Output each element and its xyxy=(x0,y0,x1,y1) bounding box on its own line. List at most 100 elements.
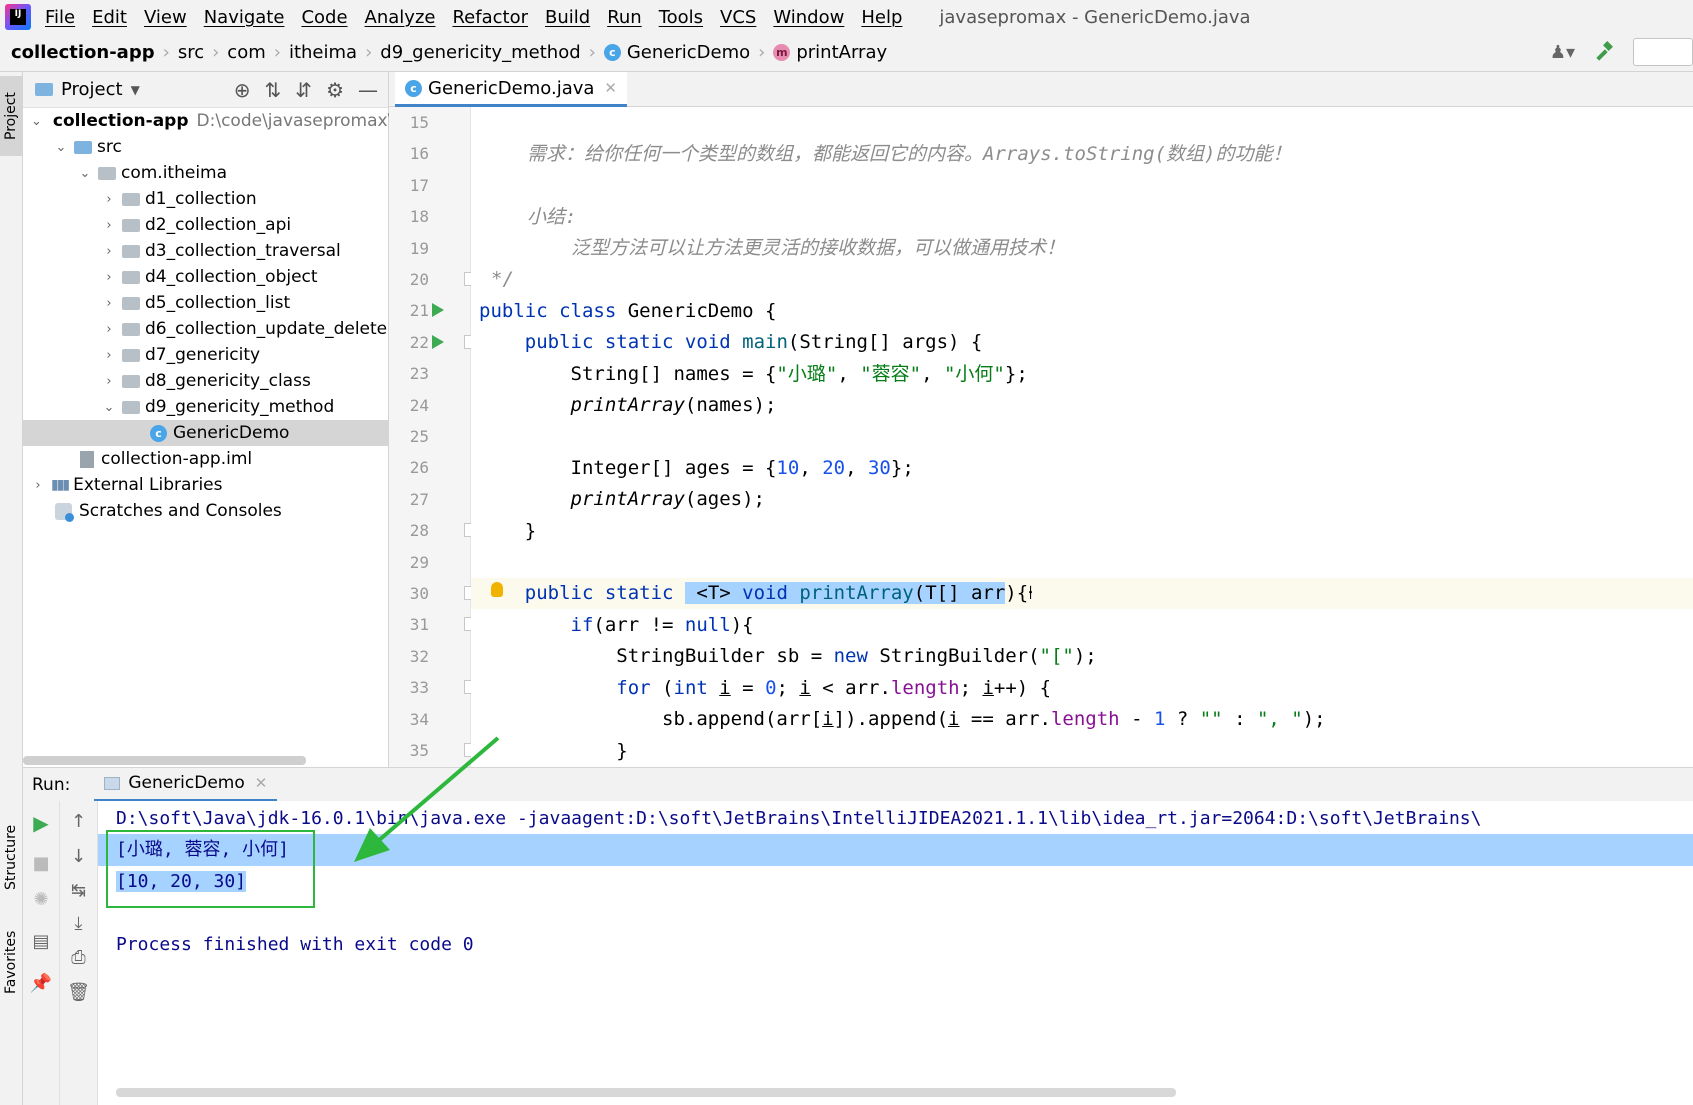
tree-item-d3[interactable]: › d3_collection_traversal xyxy=(23,238,389,264)
line-number: 22 xyxy=(409,333,429,352)
breadcrumb-method[interactable]: m printArray xyxy=(773,42,887,63)
code-line-22: public static void main(String[] args) { xyxy=(524,331,983,353)
selection-highlight xyxy=(98,834,1693,866)
menu-code[interactable]: Code xyxy=(301,7,347,28)
expand-all-icon[interactable]: ⇅ xyxy=(265,78,282,102)
chevron-down-icon[interactable]: ⌄ xyxy=(54,140,68,155)
lightbulb-icon[interactable] xyxy=(491,582,503,597)
soft-wrap-icon[interactable]: ↹ xyxy=(60,880,97,901)
tree-item-d1[interactable]: › d1_collection xyxy=(23,186,389,212)
breadcrumb-project[interactable]: collection-app xyxy=(11,42,155,63)
package-icon xyxy=(122,270,140,284)
settings-icon[interactable]: ⚙ xyxy=(326,78,344,102)
chevron-right-icon[interactable]: › xyxy=(102,270,116,285)
package-icon xyxy=(122,218,140,232)
print-icon[interactable]: ⎙ xyxy=(60,947,97,968)
chevron-down-icon[interactable]: ⌄ xyxy=(102,400,116,415)
stop-icon[interactable]: ■ xyxy=(23,853,59,874)
layout-icon[interactable]: ▤ xyxy=(23,931,59,952)
menu-file[interactable]: File xyxy=(45,7,75,28)
chevron-right-icon[interactable]: › xyxy=(102,348,116,363)
pin-icon[interactable]: 📌 xyxy=(23,973,59,994)
up-arrow-icon[interactable]: ↑ xyxy=(60,811,97,832)
menu-edit[interactable]: Edit xyxy=(92,7,127,28)
tree-item-label: d2_collection_api xyxy=(145,215,292,235)
chevron-down-icon[interactable]: ⌄ xyxy=(31,114,42,129)
tree-item-d6[interactable]: › d6_collection_update_delete xyxy=(23,316,389,342)
horizontal-scrollbar[interactable] xyxy=(23,756,306,765)
tree-item-src[interactable]: ⌄ src xyxy=(23,134,389,160)
menu-analyze[interactable]: Analyze xyxy=(365,7,436,28)
console-output[interactable]: D:\soft\Java\jdk-16.0.1\bin\java.exe -ja… xyxy=(98,801,1693,1105)
tree-item-package[interactable]: ⌄ com.itheima xyxy=(23,160,389,186)
rerun-icon[interactable]: ▶ xyxy=(23,811,59,835)
tree-item-root[interactable]: ⌄ collection-app D:\code\javasepromax\c xyxy=(23,108,389,134)
tree-item-scratches[interactable]: Scratches and Consoles xyxy=(23,498,389,524)
tool-tab-project[interactable]: Project xyxy=(0,76,22,156)
locate-icon[interactable]: ⊕ xyxy=(234,78,251,102)
run-tab-label: GenericDemo xyxy=(128,773,245,793)
menu-navigate[interactable]: Navigate xyxy=(204,7,285,28)
breadcrumb-package[interactable]: d9_genericity_method xyxy=(380,42,580,63)
menu-refactor[interactable]: Refactor xyxy=(452,7,528,28)
chevron-down-icon[interactable]: ▼ xyxy=(131,83,140,97)
tree-item-d2[interactable]: › d2_collection_api xyxy=(23,212,389,238)
close-icon[interactable]: ✕ xyxy=(604,79,617,97)
menu-view[interactable]: View xyxy=(144,7,187,28)
hide-icon[interactable]: — xyxy=(358,78,378,102)
scroll-to-end-icon[interactable]: ⤓ xyxy=(60,913,97,934)
line-number: 17 xyxy=(409,176,429,195)
run-class-icon[interactable] xyxy=(432,303,444,317)
breadcrumb-src[interactable]: src xyxy=(178,42,204,63)
collapse-all-icon[interactable]: ⇵ xyxy=(295,78,312,102)
menu-window[interactable]: Window xyxy=(773,7,844,28)
debug-icon[interactable]: ✺ xyxy=(23,889,59,910)
line-number: 25 xyxy=(409,427,429,446)
chevron-right-icon[interactable]: › xyxy=(102,322,116,337)
run-tab-generic-demo[interactable]: GenericDemo ✕ xyxy=(94,768,278,802)
tree-item-d9[interactable]: ⌄ d9_genericity_method xyxy=(23,394,389,420)
tool-tab-favorites[interactable]: Favorites xyxy=(0,917,22,1007)
chevron-right-icon[interactable]: › xyxy=(102,374,116,389)
trash-icon[interactable]: 🗑 xyxy=(60,982,97,1003)
tree-item-label: d6_collection_update_delete xyxy=(145,319,388,339)
chevron-right-icon[interactable]: › xyxy=(31,478,45,493)
run-main-icon[interactable] xyxy=(432,335,444,349)
tree-item-d8[interactable]: › d8_genericity_class xyxy=(23,368,389,394)
string-literal: "蓉容" xyxy=(860,363,922,385)
chevron-right-icon[interactable]: › xyxy=(102,192,116,207)
tree-item-d7[interactable]: › d7_genericity xyxy=(23,342,389,368)
tool-tab-structure[interactable]: Structure xyxy=(0,807,22,907)
tree-item-external-libraries[interactable]: › ▮▮▮ External Libraries xyxy=(23,472,389,498)
close-icon[interactable]: ✕ xyxy=(255,774,268,792)
breadcrumb-class[interactable]: c GenericDemo xyxy=(603,42,750,63)
code-editor[interactable]: 需求：给你任何一个类型的数组，都能返回它的内容。Arrays.toString(… xyxy=(471,107,1693,767)
tree-item-d4[interactable]: › d4_collection_object xyxy=(23,264,389,290)
tree-item-d5[interactable]: › d5_collection_list xyxy=(23,290,389,316)
tree-item-generic-demo[interactable]: c GenericDemo xyxy=(23,420,389,446)
menu-build[interactable]: Build xyxy=(545,7,590,28)
editor-tab-bar: c GenericDemo.java ✕ xyxy=(389,72,1693,107)
tab-generic-demo[interactable]: c GenericDemo.java ✕ xyxy=(395,72,627,107)
down-arrow-icon[interactable]: ↓ xyxy=(60,846,97,867)
project-panel-title[interactable]: Project xyxy=(61,79,123,100)
user-icon[interactable]: ♟▾ xyxy=(1550,42,1575,63)
hammer-icon[interactable] xyxy=(1593,41,1615,63)
breadcrumb-itheima[interactable]: itheima xyxy=(289,42,357,63)
menu-vcs[interactable]: VCS xyxy=(720,7,756,28)
project-panel-header: Project ▼ ⊕ ⇅ ⇵ ⚙ — xyxy=(23,72,388,108)
run-config-selector[interactable] xyxy=(1633,38,1693,66)
menu-tools[interactable]: Tools xyxy=(659,7,703,28)
menu-help[interactable]: Help xyxy=(861,7,902,28)
left-tool-stripe: Project Structure Favorites xyxy=(0,72,23,1105)
run-panel-label: Run: xyxy=(32,774,71,795)
breadcrumb-com[interactable]: com xyxy=(227,42,265,63)
chevron-right-icon[interactable]: › xyxy=(102,244,116,259)
horizontal-scrollbar[interactable] xyxy=(116,1088,1176,1097)
tree-item-iml[interactable]: collection-app.iml xyxy=(23,446,389,472)
menu-run[interactable]: Run xyxy=(607,7,642,28)
chevron-right-icon[interactable]: › xyxy=(102,296,116,311)
source-folder-icon xyxy=(74,140,92,154)
chevron-right-icon[interactable]: › xyxy=(102,218,116,233)
chevron-down-icon[interactable]: ⌄ xyxy=(78,166,92,181)
